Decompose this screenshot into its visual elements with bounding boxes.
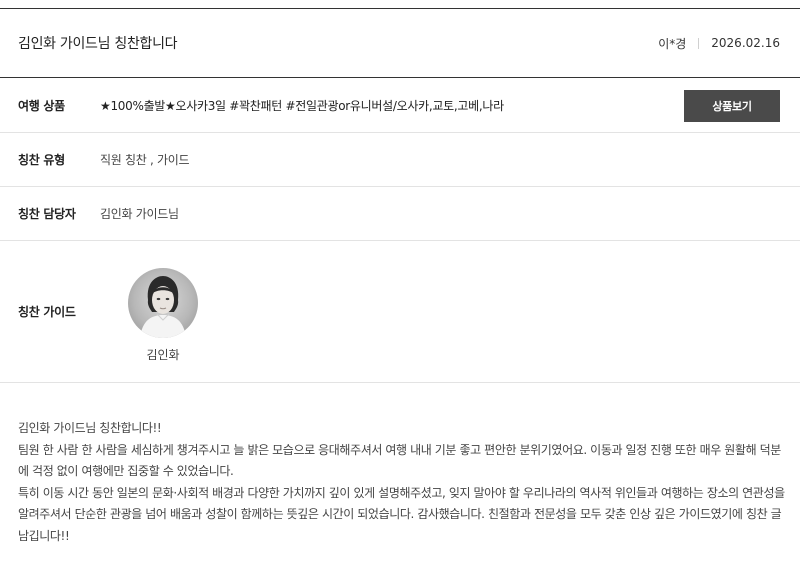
guide-avatar — [128, 268, 198, 338]
praise-manager-label: 칭찬 담당자 — [18, 207, 76, 221]
row-praise-type: 칭찬 유형 직원 칭찬 , 가이드 — [0, 133, 800, 187]
guide-card: 김인화 — [127, 268, 199, 363]
travel-product-label: 여행 상품 — [18, 99, 65, 113]
review-content: 김인화 가이드님 칭찬합니다!! 팀원 한 사람 한 사람을 세심하게 챙겨주시… — [18, 418, 786, 548]
praise-manager-value: 김인화 가이드님 — [100, 207, 179, 221]
row-praise-manager: 칭찬 담당자 김인화 가이드님 — [0, 187, 800, 241]
review-content-line: 특히 이동 시간 동안 일본의 문화·사회적 배경과 다양한 가치까지 깊이 있… — [18, 485, 785, 543]
review-content-line: 팀원 한 사람 한 사람을 세심하게 챙겨주시고 늘 밝은 모습으로 응대해주셔… — [18, 442, 781, 479]
review-page: 김인화 가이드님 칭찬합니다 이*경 2026.02.16 여행 상품 ★100… — [0, 0, 800, 575]
person-photo-icon — [140, 276, 186, 338]
praise-type-label: 칭찬 유형 — [18, 153, 65, 167]
view-product-button[interactable]: 상품보기 — [684, 90, 780, 122]
row-praise-guide: 칭찬 가이드 김인화 — [0, 241, 800, 383]
review-content-line: 김인화 가이드님 칭찬합니다!! — [18, 421, 162, 435]
review-author: 이*경 — [658, 36, 687, 51]
review-date: 2026.02.16 — [711, 36, 780, 50]
review-meta: 이*경 2026.02.16 — [658, 35, 780, 52]
review-header: 김인화 가이드님 칭찬합니다 이*경 2026.02.16 — [0, 8, 800, 78]
guide-name: 김인화 — [146, 348, 180, 362]
row-travel-product: 여행 상품 ★100%출발★오사카3일 #꽉찬패턴 #전일관광or유니버설/오사… — [0, 79, 800, 133]
review-title: 김인화 가이드님 칭찬합니다 — [18, 36, 178, 52]
meta-divider — [698, 37, 700, 49]
travel-product-value: ★100%출발★오사카3일 #꽉찬패턴 #전일관광or유니버설/오사카,교토,고… — [100, 99, 504, 113]
praise-type-value: 직원 칭찬 , 가이드 — [100, 153, 190, 167]
praise-guide-label: 칭찬 가이드 — [18, 305, 76, 319]
